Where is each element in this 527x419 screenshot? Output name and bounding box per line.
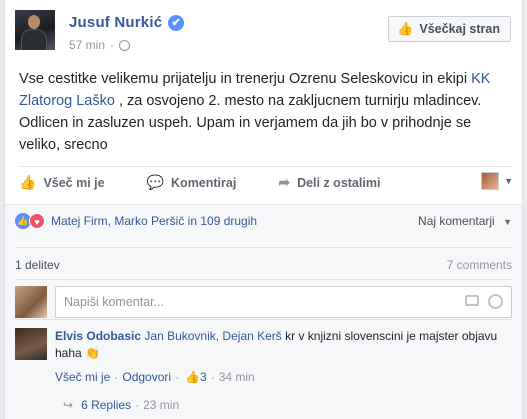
comment-count[interactable]: 7 comments <box>447 258 512 272</box>
comment-item: Elvis Odobasic Jan Bukovnik, Dejan Kerš … <box>15 319 512 412</box>
thumb-icon: 👍 <box>397 21 414 36</box>
comment-like-link[interactable]: Všeč mi je <box>55 370 110 384</box>
view-replies-link[interactable]: ↪ 6 Replies · 23 min <box>63 398 512 412</box>
comment-time[interactable]: 34 min <box>219 370 255 384</box>
author-name[interactable]: Jusuf Nurkić <box>69 14 162 31</box>
comment-reply-link[interactable]: Odgovori <box>122 370 171 384</box>
like-page-button[interactable]: 👍 Všečkaj stran <box>388 16 511 42</box>
post-text: Vse cestitke velikemu prijatelju in tren… <box>19 71 491 153</box>
actor-avatar <box>481 172 500 190</box>
comment-body: Elvis Odobasic Jan Bukovnik, Dejan Kerš … <box>55 328 512 362</box>
post-as-selector[interactable]: ▼ <box>481 172 513 190</box>
reactions-row: 👍 ♥ Matej Firm, Marko Peršič in 109 drug… <box>15 213 512 229</box>
post-card: Jusuf Nurkić ✔ 57 min · 👍 Všečkaj stran … <box>4 0 523 419</box>
user-avatar <box>15 286 47 318</box>
replies-label: 6 Replies <box>81 398 132 412</box>
comment-button[interactable]: 💬 Komentiraj <box>147 174 237 191</box>
post-time[interactable]: 57 min <box>69 38 105 52</box>
like-button[interactable]: 👍 Všeč mi je <box>19 174 105 191</box>
comment-like-count[interactable]: 3 <box>200 370 207 384</box>
comment-input[interactable]: Napiši komentar... <box>55 286 512 318</box>
counts-row: 1 delitev 7 comments <box>15 247 512 272</box>
post-actions: 👍 Všeč mi je 💬 Komentiraj ➦ Deli z ostal… <box>19 166 513 198</box>
author-row: Jusuf Nurkić ✔ <box>69 14 185 31</box>
chevron-down-icon: ▼ <box>503 217 512 227</box>
chevron-down-icon: ▼ <box>504 176 513 186</box>
verified-icon: ✔ <box>168 14 185 31</box>
feedback-section: 👍 ♥ Matej Firm, Marko Peršič in 109 drug… <box>5 204 522 419</box>
comment-composer: Napiši komentar... <box>15 279 512 318</box>
globe-icon[interactable] <box>119 39 131 51</box>
clap-emoji-icon: 👏 <box>85 346 100 360</box>
comment-meta: Všeč mi je · Odgovori · 👍 3 · 34 min <box>55 370 255 384</box>
reactors-link[interactable]: Matej Firm, Marko Peršič in 109 drugih <box>51 214 257 228</box>
post-meta: 57 min · <box>69 38 131 52</box>
thumb-icon: 👍 <box>19 174 37 190</box>
replies-time: 23 min <box>143 398 180 412</box>
thumb-icon[interactable]: 👍 <box>185 370 200 384</box>
share-count[interactable]: 1 delitev <box>15 258 60 272</box>
love-reaction-icon[interactable]: ♥ <box>29 213 45 229</box>
tagged-users[interactable]: Jan Bukovnik, Dejan Kerš <box>144 329 281 343</box>
comment-sort-dropdown[interactable]: Naj komentarji ▼ <box>418 214 512 228</box>
commenter-name[interactable]: Elvis Odobasic <box>55 329 141 343</box>
post-header: Jusuf Nurkić ✔ 57 min · 👍 Všečkaj stran <box>15 10 515 60</box>
share-button[interactable]: ➦ Deli z ostalimi <box>278 174 380 191</box>
emoji-icon[interactable] <box>488 294 503 309</box>
comment-icon: 💬 <box>146 174 165 190</box>
camera-icon[interactable] <box>465 295 479 306</box>
author-avatar[interactable] <box>15 10 55 50</box>
like-page-label: Všečkaj stran <box>419 22 500 36</box>
commenter-avatar[interactable] <box>15 328 47 360</box>
reply-arrow-icon: ↪ <box>63 398 74 412</box>
share-icon: ➦ <box>278 174 291 190</box>
